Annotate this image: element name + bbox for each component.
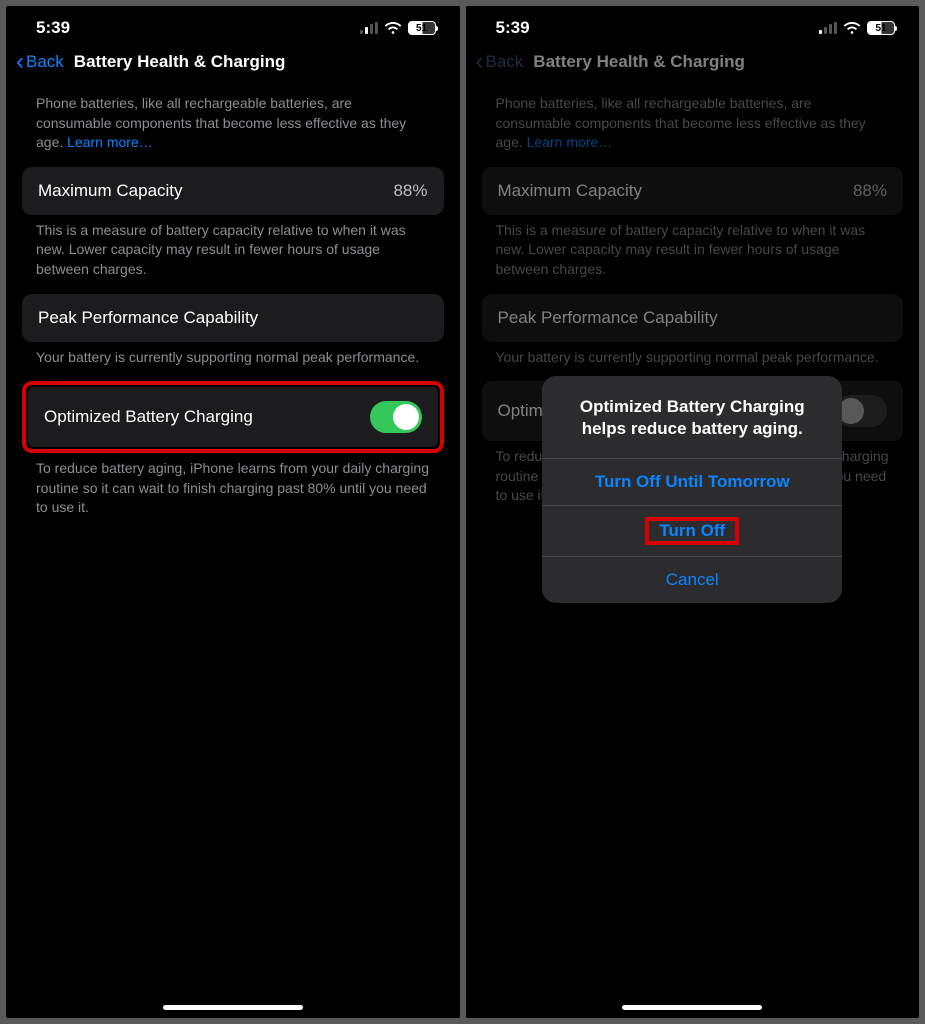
nav-header: ‹ Back Battery Health & Charging (6, 42, 460, 88)
max-capacity-row[interactable]: Maximum Capacity 88% (22, 167, 444, 215)
back-label: Back (26, 52, 64, 72)
turn-off-button[interactable]: Turn Off (542, 505, 842, 556)
highlight-box: Optimized Battery Charging (22, 381, 444, 453)
page-title: Battery Health & Charging (74, 52, 286, 72)
max-capacity-footnote: This is a measure of battery capacity re… (22, 215, 444, 294)
battery-icon: 51 (408, 21, 436, 35)
home-indicator[interactable] (163, 1005, 303, 1010)
intro-text: Phone batteries, like all rechargeable b… (22, 88, 444, 167)
optimized-charging-row[interactable]: Optimized Battery Charging (28, 387, 438, 447)
highlight-box: Turn Off (645, 517, 739, 545)
peak-performance-label: Peak Performance Capability (38, 308, 258, 328)
back-button[interactable]: ‹ Back (16, 50, 64, 74)
max-capacity-value: 88% (393, 181, 427, 201)
status-time: 5:39 (36, 18, 70, 38)
peak-performance-row[interactable]: Peak Performance Capability (22, 294, 444, 342)
cellular-icon (360, 22, 378, 34)
cancel-button[interactable]: Cancel (542, 556, 842, 603)
phone-screen-right: 5:39 51 ‹ Back Battery Health & Charging… (466, 6, 920, 1018)
learn-more-link[interactable]: Learn more… (67, 134, 153, 150)
alert-dialog: Optimized Battery Charging helps reduce … (542, 376, 842, 603)
wifi-icon (384, 21, 402, 35)
optimized-charging-toggle[interactable] (370, 401, 422, 433)
turn-off-until-tomorrow-button[interactable]: Turn Off Until Tomorrow (542, 458, 842, 505)
optimized-charging-label: Optimized Battery Charging (44, 407, 253, 427)
alert-title: Optimized Battery Charging helps reduce … (542, 376, 842, 458)
home-indicator[interactable] (622, 1005, 762, 1010)
optimized-charging-footnote: To reduce battery aging, iPhone learns f… (22, 453, 444, 532)
chevron-left-icon: ‹ (16, 50, 24, 74)
phone-screen-left: 5:39 51 ‹ Back Battery Health & Charging… (6, 6, 460, 1018)
max-capacity-label: Maximum Capacity (38, 181, 183, 201)
status-bar: 5:39 51 (6, 6, 460, 42)
alert-backdrop: Optimized Battery Charging helps reduce … (466, 6, 920, 1018)
peak-performance-footnote: Your battery is currently supporting nor… (22, 342, 444, 382)
